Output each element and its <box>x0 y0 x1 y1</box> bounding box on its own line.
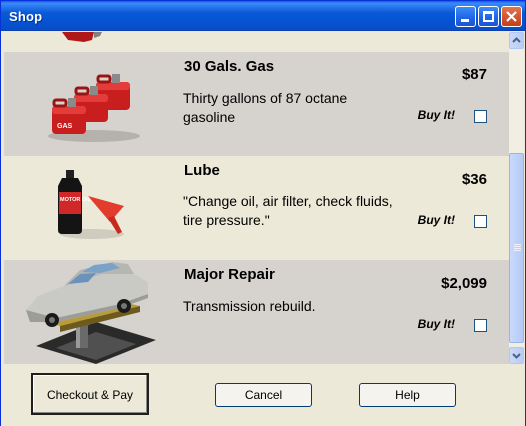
gas-label: GAS <box>57 123 73 130</box>
gas-cans-icon: GAS <box>48 74 140 142</box>
scroll-down-button[interactable] <box>509 347 524 364</box>
car-lift-icon <box>26 262 156 364</box>
checkout-pay-button[interactable]: Checkout & Pay <box>31 373 149 415</box>
list-item-gas: GAS 30 Gals. Gas $87 Thirty gallons of 8… <box>4 52 509 156</box>
motor-oil-icon: MOTOR OIL <box>58 170 124 239</box>
buy-checkbox-gas[interactable] <box>474 110 487 123</box>
vertical-scrollbar[interactable] <box>509 32 524 364</box>
buy-it-label: Buy It! <box>417 108 455 122</box>
scroll-thumb[interactable] <box>509 153 524 343</box>
window-title: Shop <box>9 9 43 24</box>
close-icon <box>506 11 517 22</box>
buy-it-label: Buy It! <box>417 317 455 331</box>
maximize-icon <box>483 11 494 22</box>
minimize-icon <box>461 19 469 22</box>
minimize-button[interactable] <box>455 6 476 27</box>
list-item-major-repair: Major Repair $2,099 Transmission rebuild… <box>4 260 509 364</box>
product-list[interactable]: GAS 30 Gals. Gas $87 Thirty gallons of 8… <box>4 32 509 364</box>
oil-label: MOTOR OIL <box>60 197 92 203</box>
item-description: Transmission rebuild. <box>183 298 316 314</box>
chevron-down-icon <box>512 353 521 359</box>
item-description: "Change oil, air filter, check fluids, t… <box>183 193 393 228</box>
shop-window: Shop GAS 30 Gals. Gas $87 Thirty gallons… <box>0 0 526 426</box>
buy-it-label: Buy It! <box>417 213 455 227</box>
list-item <box>4 32 509 52</box>
buy-checkbox-lube[interactable] <box>474 215 487 228</box>
item-title: Lube <box>184 162 220 179</box>
product-image-partial <box>62 32 102 42</box>
item-title: 30 Gals. Gas <box>184 58 275 75</box>
maximize-button[interactable] <box>478 6 499 27</box>
help-button[interactable]: Help <box>359 383 456 407</box>
title-bar[interactable]: Shop <box>1 1 525 31</box>
chevron-up-icon <box>512 37 521 43</box>
buy-checkbox-major-repair[interactable] <box>474 319 487 332</box>
item-description: Thirty gallons of 87 octane gasoline <box>183 90 348 125</box>
scroll-up-button[interactable] <box>509 32 524 49</box>
list-item-lube: MOTOR OIL Lube $36 "Change oil, air filt… <box>4 156 509 260</box>
close-button[interactable] <box>501 6 522 27</box>
cancel-button[interactable]: Cancel <box>215 383 312 407</box>
item-title: Major Repair <box>184 266 275 283</box>
item-price: $36 <box>461 171 487 188</box>
footer-bar: Checkout & Pay Cancel Help <box>1 364 525 426</box>
item-price: $2,099 <box>441 275 487 292</box>
item-price: $87 <box>461 66 487 83</box>
